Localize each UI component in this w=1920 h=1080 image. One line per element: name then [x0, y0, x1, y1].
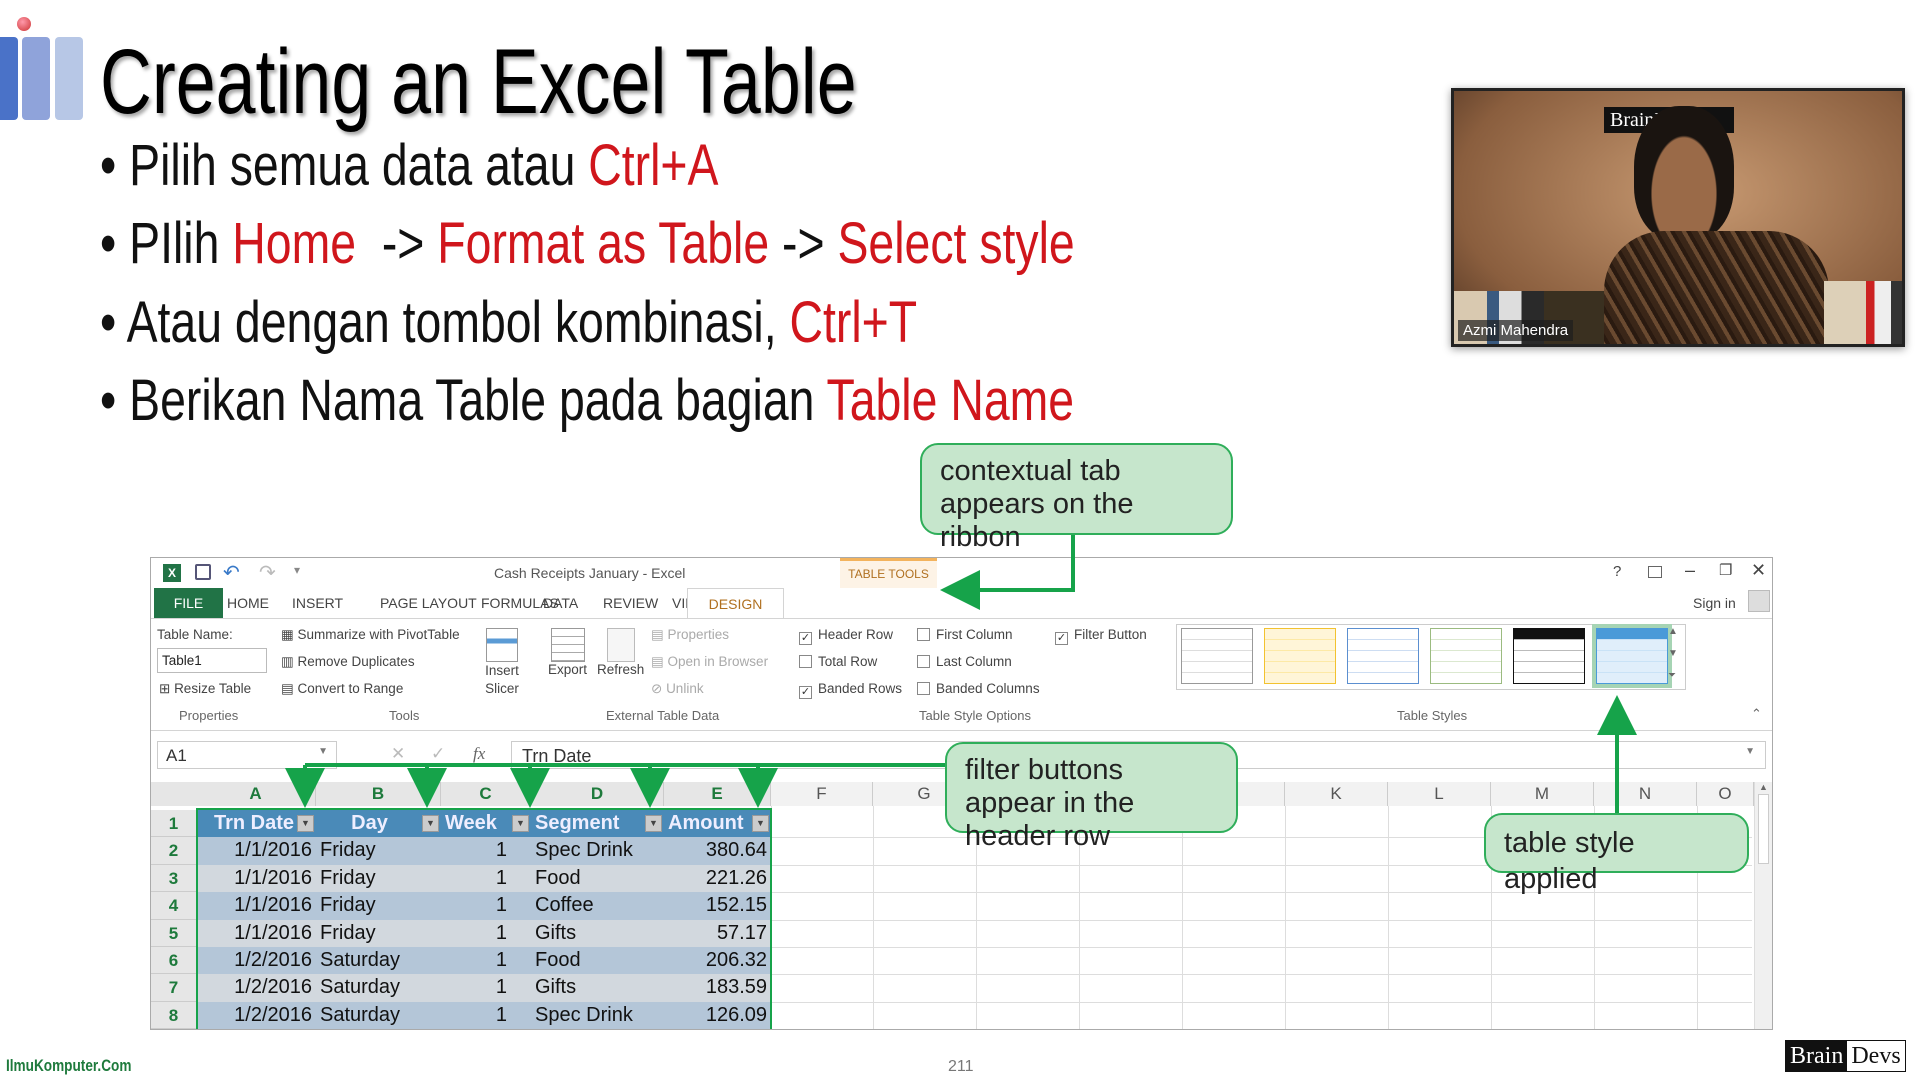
callout-table-style: table style applied: [1484, 813, 1749, 895]
callout-contextual-tab: contextual tab appears on the ribbon: [920, 443, 1233, 553]
braindevs-logo: Brain Devs: [1785, 1040, 1906, 1072]
page-number: 211: [948, 1058, 974, 1075]
callout-filter-buttons: filter buttons appear in the header row: [945, 742, 1238, 852]
footer-site: IlmuKomputer.Com: [6, 1056, 132, 1075]
